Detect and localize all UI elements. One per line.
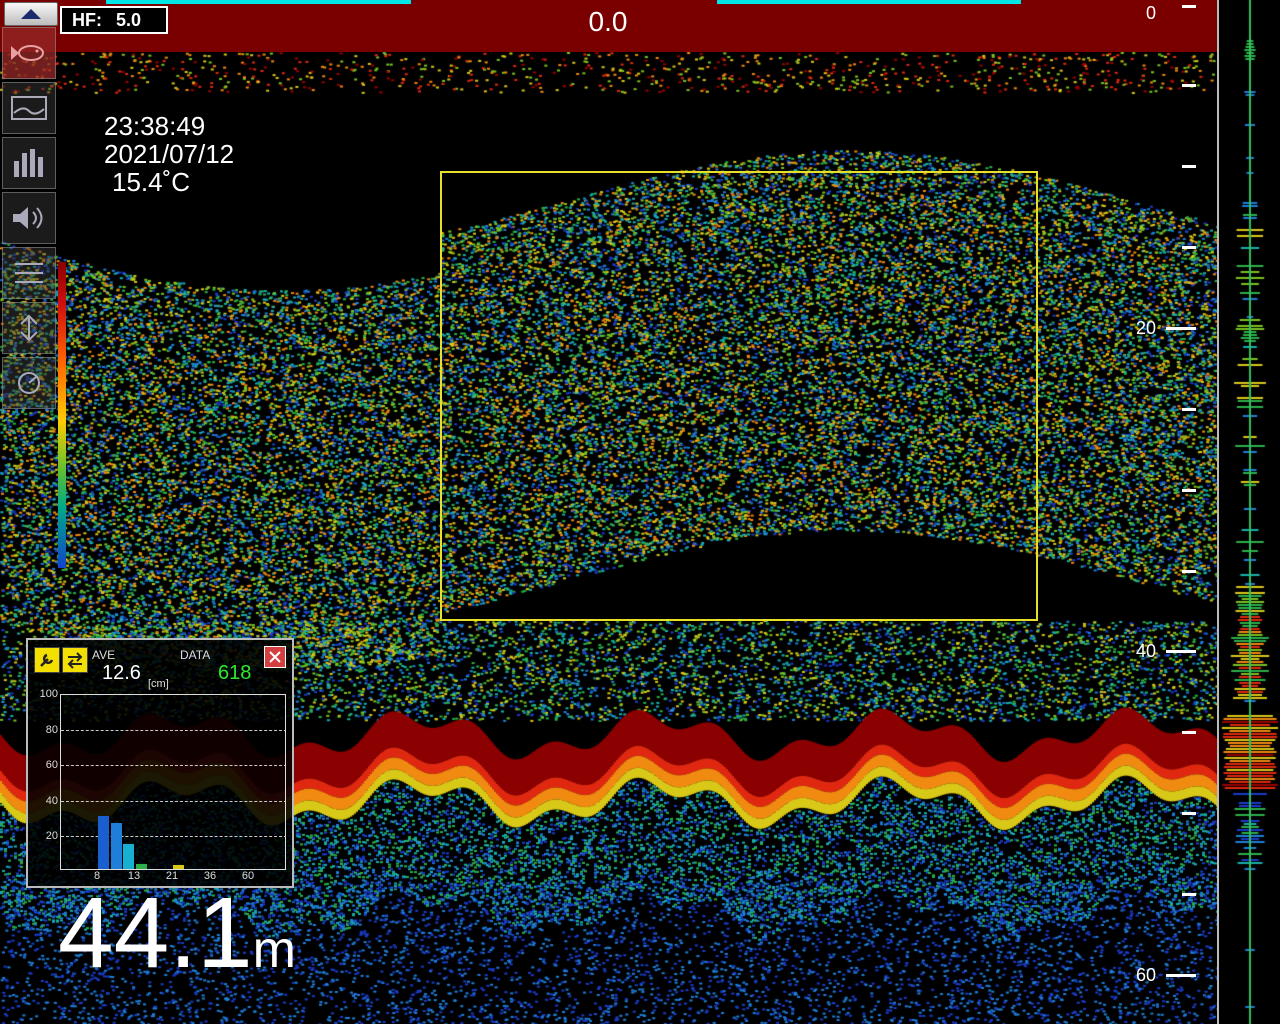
depth-tick	[1182, 165, 1196, 168]
fish-mode-button[interactable]	[2, 27, 56, 79]
depth-value: 44.1	[58, 877, 253, 989]
cyan-indicator	[106, 0, 411, 4]
histogram-gridline	[61, 835, 285, 837]
size-histogram-window: AVE 12.6 [cm] DATA 618 100 80 60 40 20 8…	[26, 638, 294, 888]
hf-label: HF:	[72, 9, 102, 30]
fish-icon	[11, 45, 44, 61]
header-center-value: 0.0	[588, 6, 628, 37]
wrench-icon	[40, 653, 54, 667]
depth-tick	[1182, 5, 1196, 8]
ave-value: 12.6	[102, 662, 141, 684]
ave-unit: [cm]	[148, 678, 169, 690]
depth-tick	[1182, 893, 1196, 896]
depth-tick-major	[1166, 650, 1196, 653]
speaker-icon	[13, 207, 43, 229]
side-toolbar	[0, 26, 58, 436]
depth-label-60: 60	[1135, 965, 1156, 985]
histogram-bar	[110, 823, 122, 869]
depth-label-40: 40	[1135, 641, 1156, 661]
depth-unit: m	[252, 921, 296, 979]
triangle-up-icon	[21, 9, 41, 19]
depth-tick-major	[1166, 327, 1196, 330]
sound-button[interactable]	[2, 192, 56, 244]
depth-tick	[1182, 812, 1196, 815]
status-readout: 23:38:49 2021/07/12 15.4˚C	[104, 112, 234, 196]
histogram-gridline	[61, 765, 285, 767]
gain-button[interactable]	[2, 357, 56, 409]
histogram-icon	[14, 149, 43, 177]
swap-arrows-icon	[67, 652, 83, 669]
histogram-bar	[98, 816, 109, 869]
histogram-button[interactable]	[2, 137, 56, 189]
histogram-bar	[135, 863, 147, 869]
y-tick: 80	[45, 724, 58, 736]
cyan-indicator	[717, 0, 1021, 4]
range-button[interactable]	[2, 247, 56, 299]
depth-tick	[1182, 489, 1196, 492]
depth-tick	[1182, 84, 1196, 87]
time-readout: 23:38:49	[104, 111, 206, 141]
bottom-depth-readout: 44.1m	[58, 878, 296, 1005]
depth-label-0: 0	[1145, 3, 1156, 23]
color-scale-bar	[58, 262, 66, 568]
ave-label: AVE	[92, 648, 116, 662]
shift-icon	[20, 314, 38, 342]
depth-tick	[1182, 408, 1196, 411]
swap-button[interactable]	[62, 647, 88, 673]
histogram-bar	[123, 844, 134, 869]
histogram-plot	[60, 694, 286, 870]
depth-tick	[1182, 246, 1196, 249]
data-label: DATA	[180, 648, 211, 662]
settings-button[interactable]	[34, 647, 60, 673]
histogram-gridline	[61, 730, 285, 732]
selection-rectangle[interactable]	[440, 171, 1038, 621]
y-tick: 20	[45, 830, 58, 842]
date-readout: 2021/07/12	[104, 139, 235, 169]
y-tick: 100	[39, 688, 58, 700]
depth-tick	[1182, 570, 1196, 573]
close-histogram-button[interactable]	[264, 646, 286, 668]
display-mode-button[interactable]	[2, 82, 56, 134]
collapse-toolbar-button[interactable]	[4, 2, 58, 26]
data-count-value: 618	[218, 662, 252, 684]
gain-icon	[18, 372, 40, 394]
hf-value: 5.0	[116, 9, 142, 30]
range-icon	[15, 263, 43, 283]
shift-button[interactable]	[2, 302, 56, 354]
y-tick: 60	[45, 759, 58, 771]
histogram-gridline	[61, 800, 285, 802]
histogram-bar	[173, 865, 184, 869]
hf-gain-box[interactable]: HF: 5.0	[60, 6, 168, 34]
display-mode-icon	[11, 96, 47, 120]
depth-label-20: 20	[1135, 318, 1156, 338]
temperature-readout: 15.4˚C	[112, 167, 191, 197]
a-scope-display	[1219, 0, 1280, 1024]
close-icon	[269, 651, 281, 663]
y-tick: 40	[45, 795, 58, 807]
depth-tick-major	[1166, 974, 1196, 977]
depth-tick	[1182, 731, 1196, 734]
